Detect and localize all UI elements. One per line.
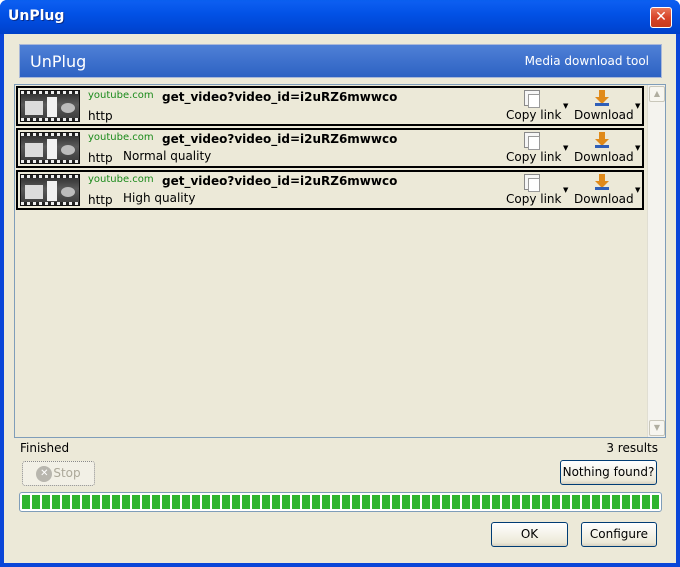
- download-button[interactable]: Download: [574, 132, 634, 166]
- copy-icon: [524, 174, 540, 192]
- copy-icon: [524, 90, 540, 108]
- stop-icon: ✕: [36, 465, 53, 482]
- video-thumbnail: [20, 90, 80, 122]
- download-dropdown-arrow[interactable]: ▼: [635, 144, 640, 152]
- banner-subtitle: Media download tool: [524, 54, 649, 68]
- result-row[interactable]: youtube.com get_video?video_id=i2uRZ6mww…: [16, 170, 644, 210]
- copy-link-button[interactable]: Copy link: [506, 90, 562, 124]
- close-button[interactable]: ✕: [650, 7, 672, 28]
- configure-button[interactable]: Configure: [581, 522, 657, 547]
- results-list[interactable]: youtube.com get_video?video_id=i2uRZ6mww…: [14, 84, 666, 438]
- video-thumbnail: [20, 132, 80, 164]
- download-icon: [594, 174, 610, 190]
- status-text: Finished: [20, 441, 70, 455]
- copy-link-label: Copy link: [506, 108, 562, 122]
- download-icon: [594, 90, 610, 106]
- quality-label: Normal quality: [123, 149, 212, 163]
- client-area: UnPlug Media download tool youtube.com g…: [4, 34, 676, 563]
- protocol-label: http: [88, 151, 113, 165]
- copy-link-label: Copy link: [506, 150, 562, 164]
- download-dropdown-arrow[interactable]: ▼: [635, 186, 640, 194]
- ok-button[interactable]: OK: [491, 522, 568, 547]
- download-label: Download: [574, 192, 634, 206]
- download-label: Download: [574, 108, 634, 122]
- stop-button[interactable]: ✕ Stop: [22, 461, 95, 486]
- site-link[interactable]: youtube.com: [88, 174, 154, 185]
- copy-link-button[interactable]: Copy link: [506, 174, 562, 208]
- protocol-label: http: [88, 109, 113, 123]
- banner-title: UnPlug: [30, 52, 87, 71]
- download-icon: [594, 132, 610, 148]
- title-bar[interactable]: UnPlug ✕: [0, 0, 680, 34]
- copy-link-button[interactable]: Copy link: [506, 132, 562, 166]
- vertical-scrollbar[interactable]: ▲ ▼: [647, 85, 665, 437]
- result-row[interactable]: youtube.com get_video?video_id=i2uRZ6mww…: [16, 86, 644, 126]
- scroll-down-button[interactable]: ▼: [649, 420, 665, 436]
- header-banner: UnPlug Media download tool: [19, 44, 662, 78]
- download-label: Download: [574, 150, 634, 164]
- copy-link-label: Copy link: [506, 192, 562, 206]
- quality-label: High quality: [123, 191, 196, 205]
- copy-dropdown-arrow[interactable]: ▼: [563, 102, 568, 110]
- copy-dropdown-arrow[interactable]: ▼: [563, 186, 568, 194]
- media-name: get_video?video_id=i2uRZ6mwwco: [162, 90, 398, 104]
- progress-fill: [22, 495, 659, 509]
- copy-icon: [524, 132, 540, 150]
- progress-bar: [19, 492, 662, 512]
- media-name: get_video?video_id=i2uRZ6mwwco: [162, 174, 398, 188]
- protocol-label: http: [88, 193, 113, 207]
- nothing-found-button[interactable]: Nothing found?: [560, 460, 657, 485]
- scroll-up-button[interactable]: ▲: [649, 86, 665, 102]
- stop-label: Stop: [53, 466, 81, 480]
- site-link[interactable]: youtube.com: [88, 132, 154, 143]
- results-rows: youtube.com get_video?video_id=i2uRZ6mww…: [15, 85, 647, 437]
- download-dropdown-arrow[interactable]: ▼: [635, 102, 640, 110]
- download-button[interactable]: Download: [574, 90, 634, 124]
- close-icon: ✕: [655, 9, 667, 25]
- results-count: 3 results: [606, 441, 658, 455]
- media-name: get_video?video_id=i2uRZ6mwwco: [162, 132, 398, 146]
- copy-dropdown-arrow[interactable]: ▼: [563, 144, 568, 152]
- download-button[interactable]: Download: [574, 174, 634, 208]
- window-title: UnPlug: [8, 8, 65, 24]
- site-link[interactable]: youtube.com: [88, 90, 154, 101]
- video-thumbnail: [20, 174, 80, 206]
- result-row[interactable]: youtube.com get_video?video_id=i2uRZ6mww…: [16, 128, 644, 168]
- main-window: UnPlug ✕ UnPlug Media download tool yout…: [0, 0, 680, 567]
